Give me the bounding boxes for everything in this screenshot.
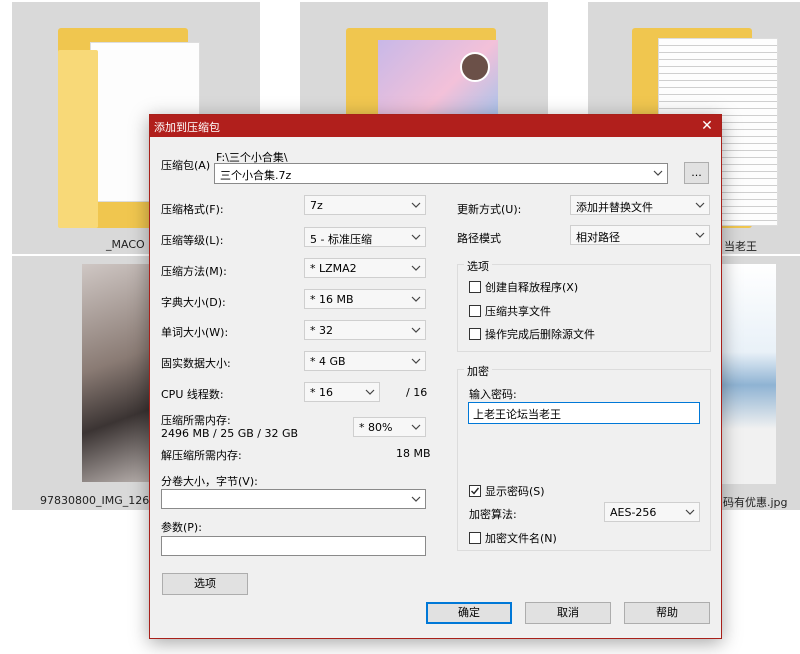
dialog-title: 添加到压缩包 (154, 121, 220, 134)
options-button[interactable]: 选项 (162, 573, 248, 595)
format-select[interactable]: 7z (304, 195, 426, 215)
word-label: 单词大小(W): (161, 326, 229, 339)
compress-shared-checkbox[interactable]: 压缩共享文件 (469, 303, 551, 319)
create-sfx-checkbox[interactable]: 创建自释放程序(X) (469, 279, 578, 295)
mem-decompress-label: 解压缩所需内存: (161, 449, 242, 462)
chevron-down-icon (410, 230, 422, 244)
params-label: 参数(P): (161, 521, 202, 534)
dict-value: * 16 MB (310, 293, 354, 306)
avatar-photo-icon (460, 52, 490, 82)
help-button[interactable]: 帮助 (624, 602, 710, 624)
path-mode-select[interactable]: 相对路径 (570, 225, 710, 245)
archive-label: 压缩包(A) (161, 159, 211, 172)
create-sfx-label: 创建自释放程序(X) (485, 281, 579, 294)
add-to-archive-dialog: 添加到压缩包 ✕ 压缩包(A) F:\三个小合集\ 三个小合集.7z ... 压… (149, 114, 722, 639)
file-label-laowang: 当老王 (724, 240, 757, 253)
cancel-button[interactable]: 取消 (525, 602, 611, 624)
mem-percent-select[interactable]: * 80% (353, 417, 426, 437)
password-value: 上老王论坛当老王 (473, 408, 561, 421)
solid-label: 固实数据大小: (161, 357, 231, 370)
algorithm-value: AES-256 (610, 506, 657, 519)
dict-label: 字典大小(D): (161, 296, 226, 309)
show-password-checkbox[interactable]: 显示密码(S) (469, 483, 545, 499)
word-value: * 32 (310, 324, 333, 337)
checkbox-icon (469, 532, 481, 544)
mem-compress-detail: 2496 MB / 25 GB / 32 GB (161, 427, 299, 440)
browse-button[interactable]: ... (684, 162, 709, 184)
close-icon[interactable]: ✕ (693, 115, 721, 137)
threads-value: * 16 (310, 386, 333, 399)
solid-value: * 4 GB (310, 355, 346, 368)
chevron-down-icon (364, 385, 376, 399)
file-label-maco: _MACO (106, 238, 145, 251)
encrypt-filenames-label: 加密文件名(N) (485, 532, 557, 545)
archive-name-combo[interactable]: 三个小合集.7z (214, 163, 668, 184)
params-input[interactable] (161, 536, 426, 556)
volume-label: 分卷大小，字节(V): (161, 475, 258, 488)
checkbox-checked-icon (469, 485, 481, 497)
delete-after-checkbox[interactable]: 操作完成后删除源文件 (469, 326, 595, 342)
method-select[interactable]: * LZMA2 (304, 258, 426, 278)
chevron-down-icon (410, 292, 422, 306)
file-label-img-1265: 97830800_IMG_1265 (40, 494, 157, 507)
file-tile-img-1265[interactable] (12, 256, 150, 510)
checkbox-icon (469, 281, 481, 293)
word-select[interactable]: * 32 (304, 320, 426, 340)
chevron-down-icon (684, 505, 696, 519)
mem-decompress-value: 18 MB (396, 447, 431, 460)
options-group: 选项 创建自释放程序(X) 压缩共享文件 操作完成后删除源文件 (457, 258, 711, 352)
encrypt-filenames-checkbox[interactable]: 加密文件名(N) (469, 530, 557, 546)
threads-select[interactable]: * 16 (304, 382, 380, 402)
solid-select[interactable]: * 4 GB (304, 351, 426, 371)
format-label: 压缩格式(F): (161, 203, 224, 216)
chevron-down-icon (410, 492, 422, 506)
chevron-down-icon (694, 228, 706, 242)
level-select[interactable]: 5 - 标准压缩 (304, 227, 426, 247)
chevron-down-icon (410, 323, 422, 337)
chevron-down-icon (410, 261, 422, 275)
checkbox-icon (469, 328, 481, 340)
chevron-down-icon (410, 198, 422, 212)
update-mode-label: 更新方式(U): (457, 203, 522, 216)
path-mode-value: 相对路径 (576, 231, 620, 244)
archive-name-value: 三个小合集.7z (220, 169, 292, 182)
threads-max: / 16 (406, 386, 428, 399)
file-tile-coupon-jpg[interactable] (722, 256, 800, 510)
chevron-down-icon (410, 420, 422, 434)
delete-after-label: 操作完成后删除源文件 (485, 328, 595, 341)
method-value: * LZMA2 (310, 262, 357, 275)
update-mode-select[interactable]: 添加并替换文件 (570, 195, 710, 215)
level-value: 5 - 标准压缩 (310, 233, 372, 246)
encryption-group: 加密 输入密码: 上老王论坛当老王 显示密码(S) 加密算法: AES-256 … (457, 363, 711, 551)
algorithm-label: 加密算法: (469, 508, 517, 521)
show-password-label: 显示密码(S) (485, 485, 545, 498)
chevron-down-icon (652, 166, 664, 180)
threads-label: CPU 线程数: (161, 388, 224, 401)
photo-thumbnail-icon (82, 264, 150, 482)
options-group-title: 选项 (464, 258, 492, 274)
level-label: 压缩等级(L): (161, 234, 224, 247)
file-tile-photo-folder[interactable] (300, 2, 548, 118)
dialog-titlebar[interactable]: 添加到压缩包 ✕ (150, 115, 721, 137)
ok-button[interactable]: 确定 (426, 602, 512, 624)
volume-combo[interactable] (161, 489, 426, 509)
path-mode-label: 路径模式 (457, 232, 501, 245)
encryption-group-title: 加密 (464, 363, 492, 379)
mem-compress-label: 压缩所需内存: (161, 414, 231, 427)
chevron-down-icon (694, 198, 706, 212)
password-label: 输入密码: (469, 388, 517, 401)
format-value: 7z (310, 199, 323, 212)
password-input[interactable]: 上老王论坛当老王 (468, 402, 700, 424)
dict-select[interactable]: * 16 MB (304, 289, 426, 309)
checkbox-icon (469, 305, 481, 317)
mem-percent-value: * 80% (359, 421, 393, 434)
compress-shared-label: 压缩共享文件 (485, 305, 551, 318)
method-label: 压缩方法(M): (161, 265, 227, 278)
folder-front-icon (58, 50, 98, 228)
file-label-coupon: 码有优惠.jpg (723, 496, 788, 509)
algorithm-select[interactable]: AES-256 (604, 502, 700, 522)
chevron-down-icon (410, 354, 422, 368)
photo-thumbnail-icon (722, 264, 776, 484)
update-mode-value: 添加并替换文件 (576, 201, 653, 214)
